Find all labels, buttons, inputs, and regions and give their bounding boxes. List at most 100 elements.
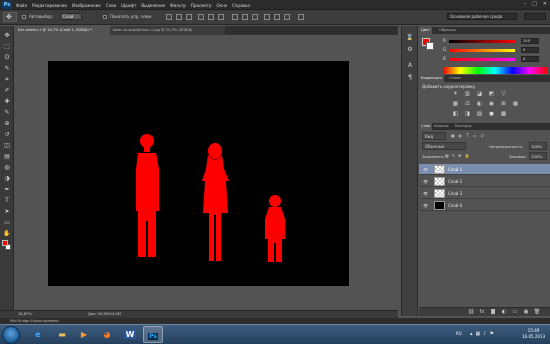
quick-select-icon[interactable]: ✎ — [3, 65, 11, 73]
move-icon[interactable]: ✥ — [3, 32, 11, 40]
slider-green[interactable]: G 0 — [443, 47, 540, 54]
layer-name[interactable]: Слой 2 — [448, 179, 462, 184]
eraser-icon[interactable]: ◫ — [3, 142, 11, 150]
healing-icon[interactable]: ✚ — [3, 98, 11, 106]
align-right-icon[interactable] — [218, 14, 224, 20]
distribute-middle-icon[interactable] — [242, 14, 248, 20]
brightness-icon[interactable]: ☀ — [451, 91, 460, 98]
slider-blue-track[interactable] — [449, 58, 515, 61]
document-canvas[interactable] — [48, 61, 349, 286]
tab-color[interactable]: Цвет — [419, 27, 433, 34]
history-brush-icon[interactable]: ↺ — [3, 131, 11, 139]
link-layers-icon[interactable]: ⛓ — [467, 309, 475, 316]
paragraph-icon[interactable]: ¶ — [406, 74, 414, 82]
volume-icon[interactable]: ♪ — [483, 331, 486, 337]
lock-pixels-icon[interactable]: ✎ — [452, 153, 455, 158]
levels-icon[interactable]: ▥ — [463, 91, 472, 98]
tool-preset-picker[interactable]: ✥ — [3, 12, 17, 22]
clock[interactable]: 15:49 16.05.2013 — [522, 328, 545, 340]
maximize-button[interactable]: □ — [532, 1, 537, 7]
menu-image[interactable]: Изображение — [72, 3, 101, 8]
tab-styles[interactable]: Стили — [447, 75, 463, 82]
slider-green-track[interactable] — [449, 49, 515, 52]
visibility-eye-icon[interactable]: 👁 — [423, 179, 428, 184]
history-icon[interactable]: ⌛ — [406, 34, 414, 42]
threshold-icon[interactable]: ▨ — [475, 111, 484, 118]
document-tab[interactable]: kosh-na-skopljechen-1.jpg @ 25,3% (RGB/8… — [110, 26, 225, 35]
distribute-center-icon[interactable] — [274, 14, 280, 20]
tray-arrow-icon[interactable]: ▴ — [470, 331, 473, 337]
gradient-icon[interactable]: ▤ — [3, 153, 11, 161]
auto-align-icon[interactable] — [298, 14, 304, 20]
visibility-eye-icon[interactable]: 👁 — [423, 191, 428, 196]
firefox-icon[interactable]: ◕ — [97, 326, 117, 343]
lock-position-icon[interactable]: ✥ — [458, 153, 461, 158]
eyedropper-icon[interactable]: ✐ — [3, 87, 11, 95]
explorer-icon[interactable]: ▬ — [52, 326, 72, 343]
slider-green-value[interactable]: 0 — [521, 47, 539, 53]
stamp-icon[interactable]: ⊕ — [3, 120, 11, 128]
menu-select[interactable]: Выделение — [141, 3, 165, 8]
search-field[interactable] — [524, 13, 546, 20]
slider-red-track[interactable] — [449, 40, 515, 43]
filter-smart-icon[interactable]: ⊡ — [481, 133, 484, 138]
layer-row[interactable]: 👁 Слой 3 — [419, 188, 550, 199]
layer-style-icon[interactable]: fx — [478, 309, 486, 316]
layer-row[interactable]: 👁 Слой 0 — [419, 200, 550, 211]
photo-filter-icon[interactable]: ◉ — [487, 101, 496, 108]
delete-layer-icon[interactable]: 🗑 — [533, 309, 541, 316]
filter-pixel-icon[interactable]: ▣ — [451, 133, 455, 138]
filter-adjustment-icon[interactable]: ◐ — [459, 133, 463, 138]
gradient-map-icon[interactable]: ▩ — [499, 111, 508, 118]
properties-icon[interactable]: ⚙ — [406, 46, 414, 54]
layer-name[interactable]: Слой 3 — [448, 191, 462, 196]
tab-paths[interactable]: Контуры — [453, 123, 473, 130]
pen-icon[interactable]: ✒ — [3, 186, 11, 194]
brush-icon[interactable]: ✎ — [3, 109, 11, 117]
foreground-color-swatch[interactable] — [2, 240, 8, 246]
blend-mode-dropdown[interactable]: Обычные — [422, 142, 466, 150]
posterize-icon[interactable]: ◨ — [463, 111, 472, 118]
lasso-icon[interactable]: ʘ — [3, 54, 11, 62]
layer-row[interactable]: 👁 Слой 1 — [419, 164, 550, 175]
workspace-dropdown[interactable]: Основная рабочая среда — [447, 13, 517, 20]
visibility-eye-icon[interactable]: 👁 — [423, 167, 428, 172]
align-top-icon[interactable] — [166, 14, 172, 20]
marquee-icon[interactable]: ⬚ — [3, 43, 11, 51]
invert-icon[interactable]: ◧ — [451, 111, 460, 118]
document-tab-active[interactable]: Без имени-1 @ 16,7% (Слой 1, RGB/8) * — [15, 26, 110, 35]
menu-help[interactable]: Справка — [232, 3, 250, 8]
autoselect-dropdown[interactable]: Слой — [60, 13, 82, 20]
dodge-icon[interactable]: ◑ — [3, 175, 11, 183]
align-center-icon[interactable] — [208, 14, 214, 20]
media-player-icon[interactable]: ▶ — [74, 326, 94, 343]
new-group-icon[interactable]: ▭ — [511, 309, 519, 316]
adjustment-layer-icon[interactable]: ◐ — [500, 309, 508, 316]
character-icon[interactable]: A — [406, 62, 414, 70]
slider-blue-value[interactable]: 0 — [521, 56, 539, 62]
color-spectrum-bar[interactable] — [443, 67, 547, 74]
color-lookup-icon[interactable]: ▦ — [511, 101, 520, 108]
tab-swatches[interactable]: Образцы — [437, 27, 458, 34]
layer-name[interactable]: Слой 0 — [448, 203, 462, 208]
layer-row[interactable]: 👁 Слой 2 — [419, 176, 550, 187]
slider-red-value[interactable]: 255 — [521, 38, 539, 44]
fill-field[interactable]: 100% — [529, 152, 547, 160]
align-bottom-icon[interactable] — [186, 14, 192, 20]
align-middle-icon[interactable] — [176, 14, 182, 20]
menu-edit[interactable]: Редактирование — [32, 3, 67, 8]
menu-file[interactable]: Файл — [16, 3, 27, 8]
menu-type[interactable]: Шрифт — [121, 3, 136, 8]
tab-channels[interactable]: Каналы — [432, 123, 450, 130]
blur-icon[interactable]: ◍ — [3, 164, 11, 172]
tab-layers[interactable]: Слои — [419, 123, 433, 130]
exposure-icon[interactable]: ◩ — [487, 91, 496, 98]
lock-all-icon[interactable]: 🔒 — [465, 153, 470, 158]
autoselect-checkbox[interactable] — [22, 15, 26, 19]
lock-transparency-icon[interactable]: ▦ — [445, 153, 449, 158]
align-left-icon[interactable] — [198, 14, 204, 20]
new-layer-icon[interactable]: ▣ — [522, 309, 530, 316]
slider-blue[interactable]: B 0 — [443, 56, 540, 63]
channel-mixer-icon[interactable]: ⊞ — [499, 101, 508, 108]
layer-filter-dropdown[interactable]: Вид — [422, 132, 446, 140]
